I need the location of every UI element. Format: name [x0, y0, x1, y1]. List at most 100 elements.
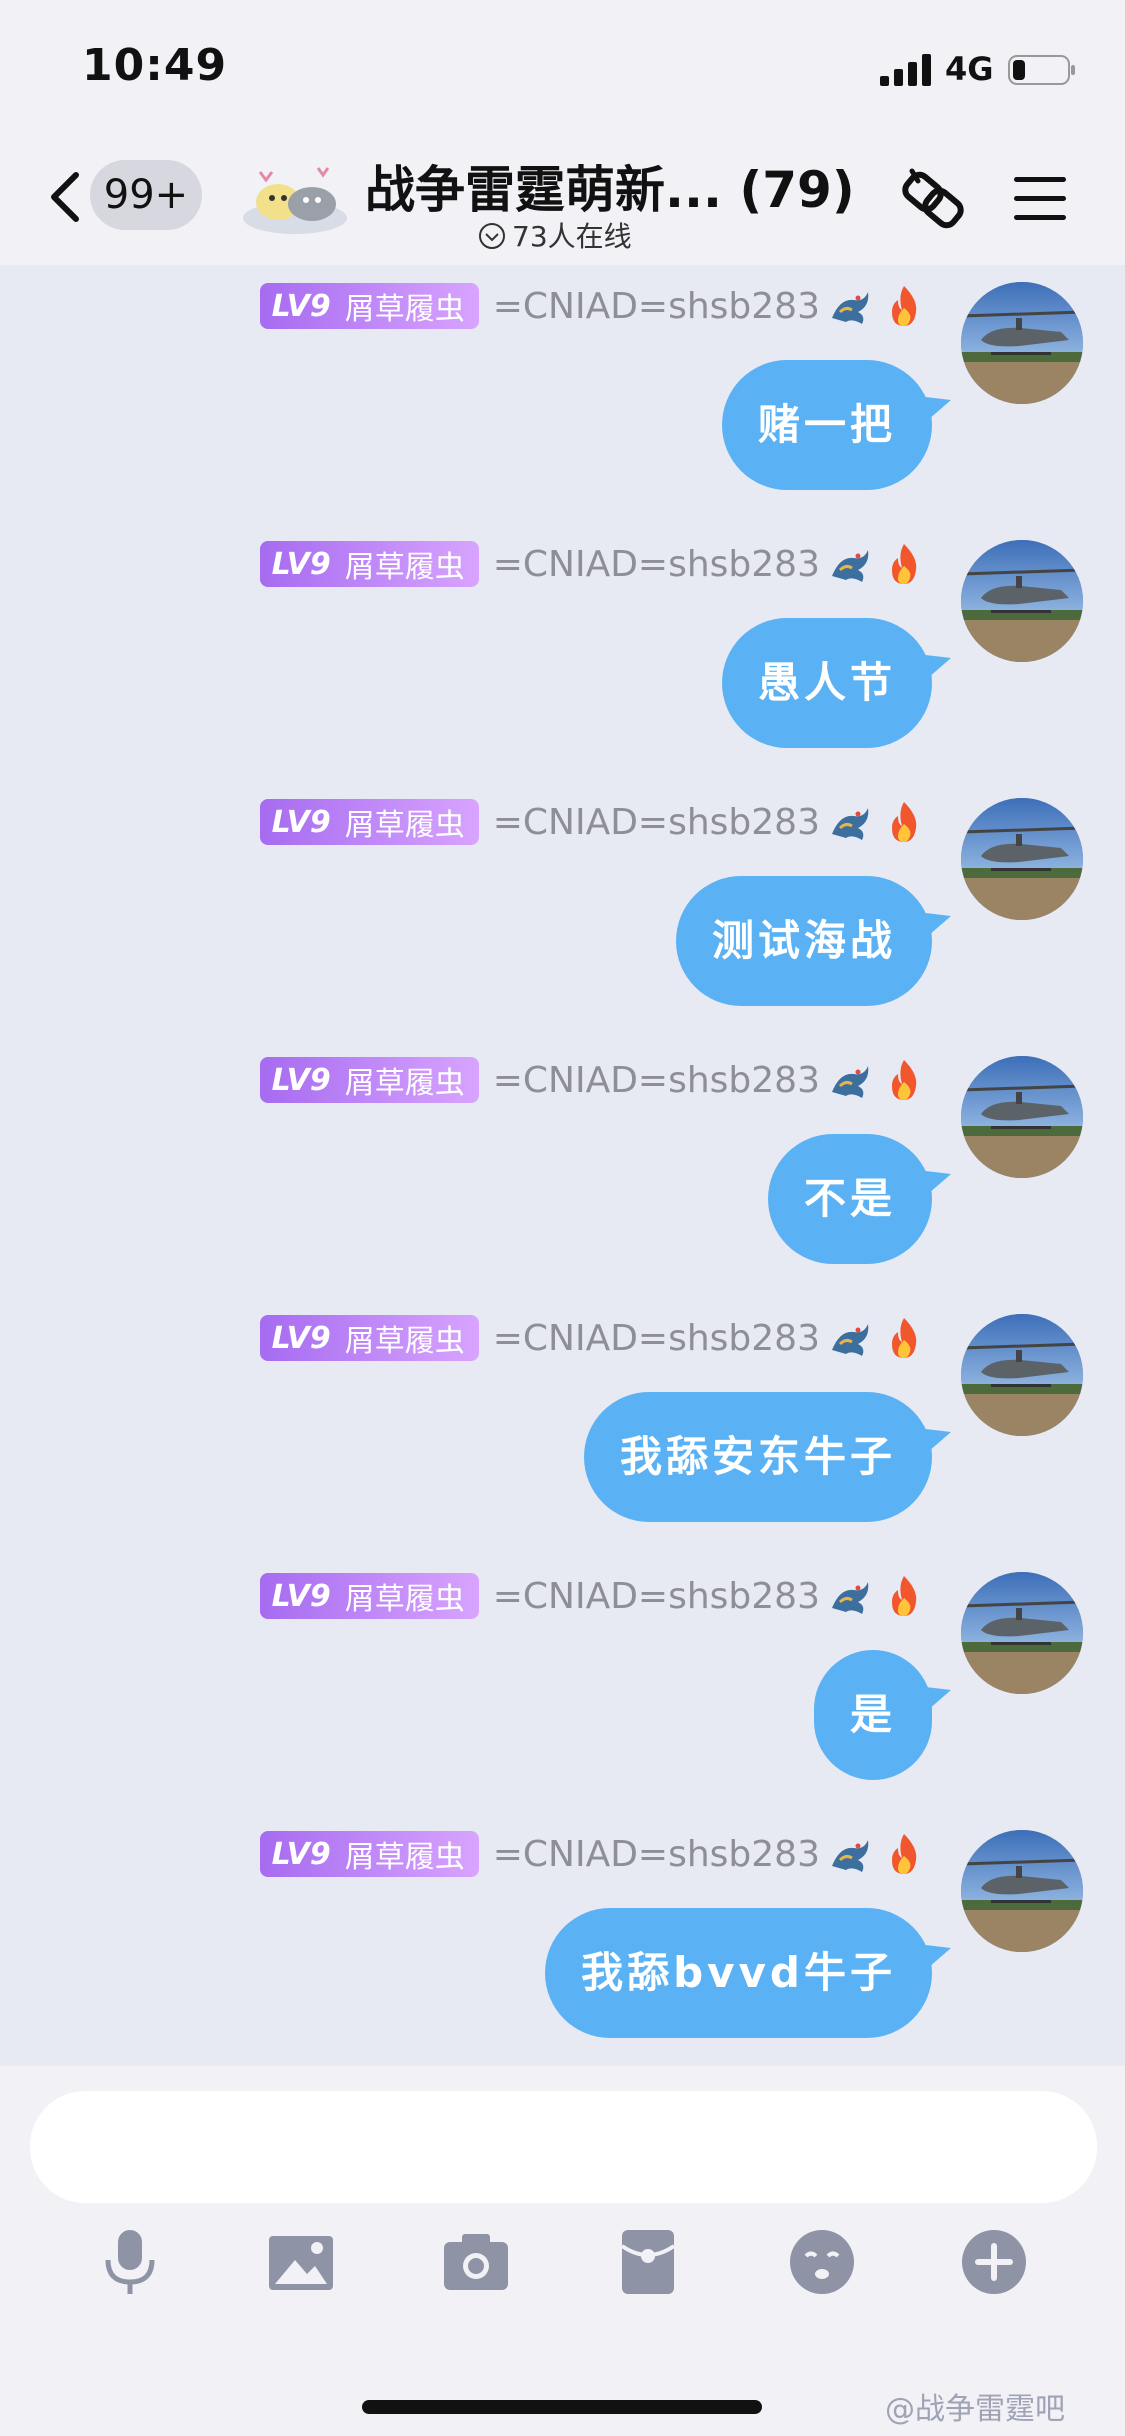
- message-item: LV9 屑草履虫 =CNIAD=shsb283 不是: [0, 1056, 1125, 1314]
- sender-name[interactable]: =CNIAD=shsb283: [493, 1318, 820, 1359]
- message-bubble[interactable]: 测试海战: [675, 876, 932, 1006]
- message-item: LV9 屑草履虫 =CNIAD=shsb283 我舔bvvd牛子: [0, 1830, 1125, 2088]
- back-arrow-icon[interactable]: [40, 165, 90, 229]
- level-badge: LV9 屑草履虫: [259, 1831, 479, 1877]
- bubble-tail: [917, 1944, 951, 1974]
- fire-icon: [892, 1576, 917, 1616]
- fire-icon: [892, 802, 917, 842]
- share-link-icon[interactable]: [898, 165, 970, 235]
- sender-name[interactable]: =CNIAD=shsb283: [493, 544, 820, 585]
- level-number: LV9: [271, 1578, 331, 1614]
- sender-info: LV9 屑草履虫 =CNIAD=shsb283: [259, 1056, 928, 1104]
- user-avatar[interactable]: [961, 1830, 1083, 1952]
- bubble-tail: [917, 396, 951, 426]
- red-packet-icon[interactable]: [612, 2226, 684, 2298]
- level-badge: LV9 屑草履虫: [259, 1573, 479, 1619]
- message-bubble[interactable]: 赌一把: [721, 360, 932, 490]
- level-title: 屑草履虫: [344, 550, 465, 585]
- fire-icon: [892, 1060, 917, 1100]
- bubble-tail: [917, 1170, 951, 1200]
- level-number: LV9: [271, 1836, 331, 1872]
- level-badge: LV9 屑草履虫: [259, 1315, 479, 1361]
- fire-icon: [892, 544, 917, 584]
- level-number: LV9: [271, 288, 331, 324]
- input-area: @战争雷霆吧: [0, 2066, 1125, 2436]
- watermark: @战争雷霆吧: [885, 2392, 1065, 2427]
- dragon-icon: [832, 808, 869, 840]
- camera-icon[interactable]: [440, 2226, 512, 2298]
- helicopter-avatar-image: [961, 798, 1083, 920]
- fire-icon: [892, 286, 917, 326]
- chat-header: 99+ 战争雷霆萌新... (79) 73人在线: [0, 135, 1125, 265]
- level-badge: LV9 屑草履虫: [259, 1057, 479, 1103]
- dragon-icon: [832, 1066, 869, 1098]
- fire-icon: [892, 1834, 917, 1874]
- level-title: 屑草履虫: [344, 1582, 465, 1617]
- menu-icon[interactable]: [1012, 173, 1068, 225]
- level-title: 屑草履虫: [344, 292, 465, 327]
- bubble-tail: [917, 1428, 951, 1458]
- message-item: LV9 屑草履虫 =CNIAD=shsb283 愚人节: [0, 540, 1125, 798]
- plus-icon[interactable]: [958, 2226, 1030, 2298]
- image-icon[interactable]: [265, 2226, 337, 2298]
- level-number: LV9: [271, 1062, 331, 1098]
- unread-badge[interactable]: 99+: [90, 160, 202, 230]
- dragon-icon: [832, 1840, 869, 1872]
- helicopter-avatar-image: [961, 1056, 1083, 1178]
- microphone-icon[interactable]: [94, 2226, 166, 2298]
- group-avatar[interactable]: [240, 150, 350, 240]
- user-avatar[interactable]: [961, 540, 1083, 662]
- message-input[interactable]: [30, 2091, 1097, 2203]
- message-item: LV9 屑草履虫 =CNIAD=shsb283 是: [0, 1572, 1125, 1830]
- sender-name[interactable]: =CNIAD=shsb283: [493, 1060, 820, 1101]
- message-bubble[interactable]: 我舔安东牛子: [583, 1392, 932, 1522]
- helicopter-avatar-image: [961, 282, 1083, 404]
- level-title: 屑草履虫: [344, 808, 465, 843]
- helicopter-avatar-image: [961, 1830, 1083, 1952]
- dragon-icon: [832, 1324, 869, 1356]
- sender-info: LV9 屑草履虫 =CNIAD=shsb283: [259, 282, 928, 330]
- chevron-down-circle-icon: [479, 223, 505, 249]
- level-title: 屑草履虫: [344, 1066, 465, 1101]
- message-bubble[interactable]: 是: [813, 1650, 932, 1780]
- status-time: 10:49: [82, 40, 228, 91]
- bubble-tail: [917, 912, 951, 942]
- sender-name[interactable]: =CNIAD=shsb283: [493, 286, 820, 327]
- message-item: LV9 屑草履虫 =CNIAD=shsb283 赌一把: [0, 282, 1125, 540]
- status-bar: 10:49 4G: [0, 0, 1125, 135]
- user-avatar[interactable]: [961, 1572, 1083, 1694]
- level-title: 屑草履虫: [344, 1324, 465, 1359]
- home-indicator[interactable]: [362, 2400, 762, 2414]
- message-bubble[interactable]: 愚人节: [721, 618, 932, 748]
- level-badge: LV9 屑草履虫: [259, 799, 479, 845]
- sender-name[interactable]: =CNIAD=shsb283: [493, 1834, 820, 1875]
- network-type: 4G: [945, 50, 994, 88]
- helicopter-avatar-image: [961, 1314, 1083, 1436]
- user-avatar[interactable]: [961, 798, 1083, 920]
- sender-info: LV9 屑草履虫 =CNIAD=shsb283: [259, 1314, 928, 1362]
- message-bubble[interactable]: 不是: [767, 1134, 932, 1264]
- sender-info: LV9 屑草履虫 =CNIAD=shsb283: [259, 1572, 928, 1620]
- message-bubble[interactable]: 我舔bvvd牛子: [545, 1908, 932, 2038]
- level-number: LV9: [271, 546, 331, 582]
- level-badge: LV9 屑草履虫: [259, 541, 479, 587]
- sender-name[interactable]: =CNIAD=shsb283: [493, 1576, 820, 1617]
- chat-title[interactable]: 战争雷霆萌新... (79): [365, 150, 855, 222]
- level-title: 屑草履虫: [344, 1840, 465, 1875]
- fire-icon: [892, 1318, 917, 1358]
- dragon-icon: [832, 292, 869, 324]
- sender-name[interactable]: =CNIAD=shsb283: [493, 802, 820, 843]
- bubble-tail: [917, 654, 951, 684]
- user-avatar[interactable]: [961, 1056, 1083, 1178]
- sender-info: LV9 屑草履虫 =CNIAD=shsb283: [259, 798, 928, 846]
- emoji-icon[interactable]: [786, 2226, 858, 2298]
- battery-icon: [1008, 55, 1075, 85]
- bubble-tail: [917, 1686, 951, 1716]
- user-avatar[interactable]: [961, 1314, 1083, 1436]
- level-number: LV9: [271, 1320, 331, 1356]
- user-avatar[interactable]: [961, 282, 1083, 404]
- level-badge: LV9 屑草履虫: [259, 283, 479, 329]
- level-number: LV9: [271, 804, 331, 840]
- online-count[interactable]: 73人在线: [478, 215, 632, 255]
- online-count-text: 73人在线: [512, 220, 632, 253]
